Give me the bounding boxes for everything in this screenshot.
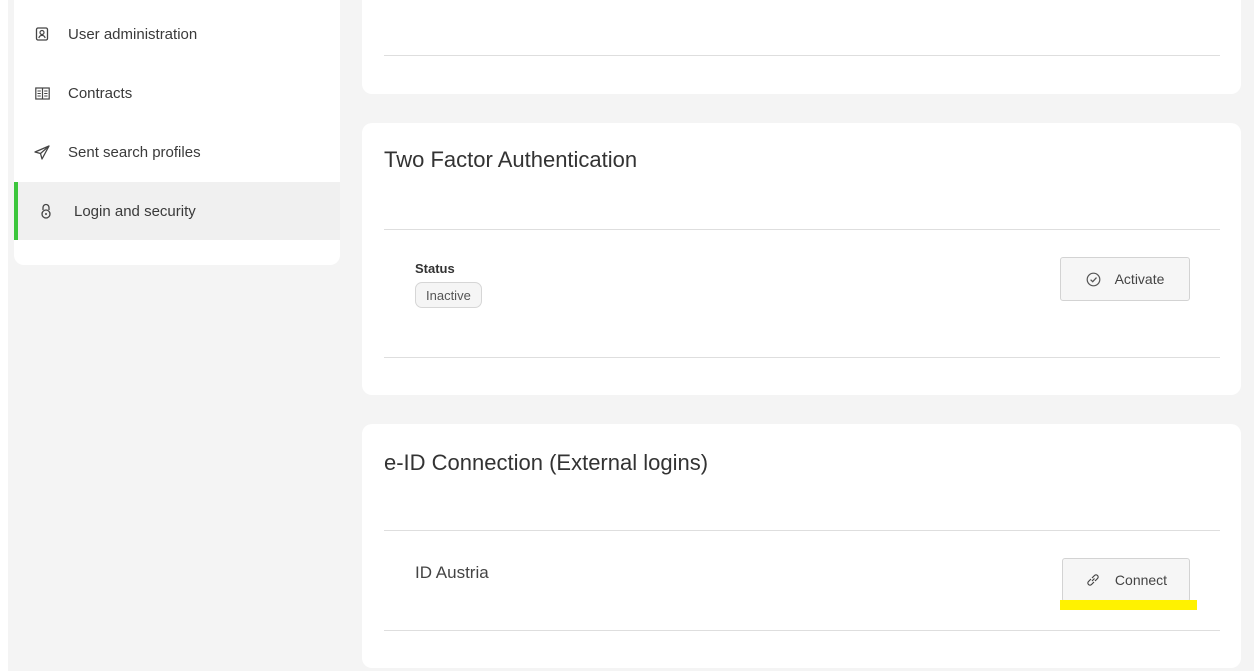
lock-icon [38,203,54,219]
connect-button-label: Connect [1114,572,1168,588]
status-badge: Inactive [415,282,482,308]
status-label: Status [415,261,455,276]
highlight-underline [1060,600,1197,610]
activate-button-label: Activate [1114,271,1165,287]
left-edge-strip [0,0,8,671]
eid-connection-card: e-ID Connection (External logins) ID Aus… [362,424,1241,668]
divider [384,630,1220,631]
sidebar-item-label: Login and security [74,202,196,220]
contracts-icon [34,85,50,101]
link-icon [1085,572,1101,588]
connect-button[interactable]: Connect [1062,558,1190,602]
activate-button[interactable]: Activate [1060,257,1190,301]
sidebar: User administration Contracts Sent searc… [14,0,340,265]
divider [384,55,1220,56]
divider [384,229,1220,230]
sidebar-item-sent-search-profiles[interactable]: Sent search profiles [14,123,340,181]
eid-title: e-ID Connection (External logins) [384,450,709,475]
two-factor-title: Two Factor Authentication [384,147,638,172]
previous-section-card [362,0,1241,94]
sidebar-item-contracts[interactable]: Contracts [14,64,340,122]
sidebar-item-label: Contracts [68,84,133,102]
check-circle-icon [1086,272,1101,287]
user-badge-icon [34,26,50,42]
divider [384,530,1220,531]
divider [384,357,1220,358]
sidebar-item-label: Sent search profiles [68,143,201,161]
sidebar-item-login-and-security[interactable]: Login and security [14,182,340,240]
paper-plane-icon [34,144,50,160]
id-austria-label: ID Austria [415,563,489,582]
sidebar-item-user-administration[interactable]: User administration [14,5,340,63]
two-factor-card: Two Factor Authentication Status Inactiv… [362,123,1241,395]
sidebar-item-label: User administration [68,25,198,43]
